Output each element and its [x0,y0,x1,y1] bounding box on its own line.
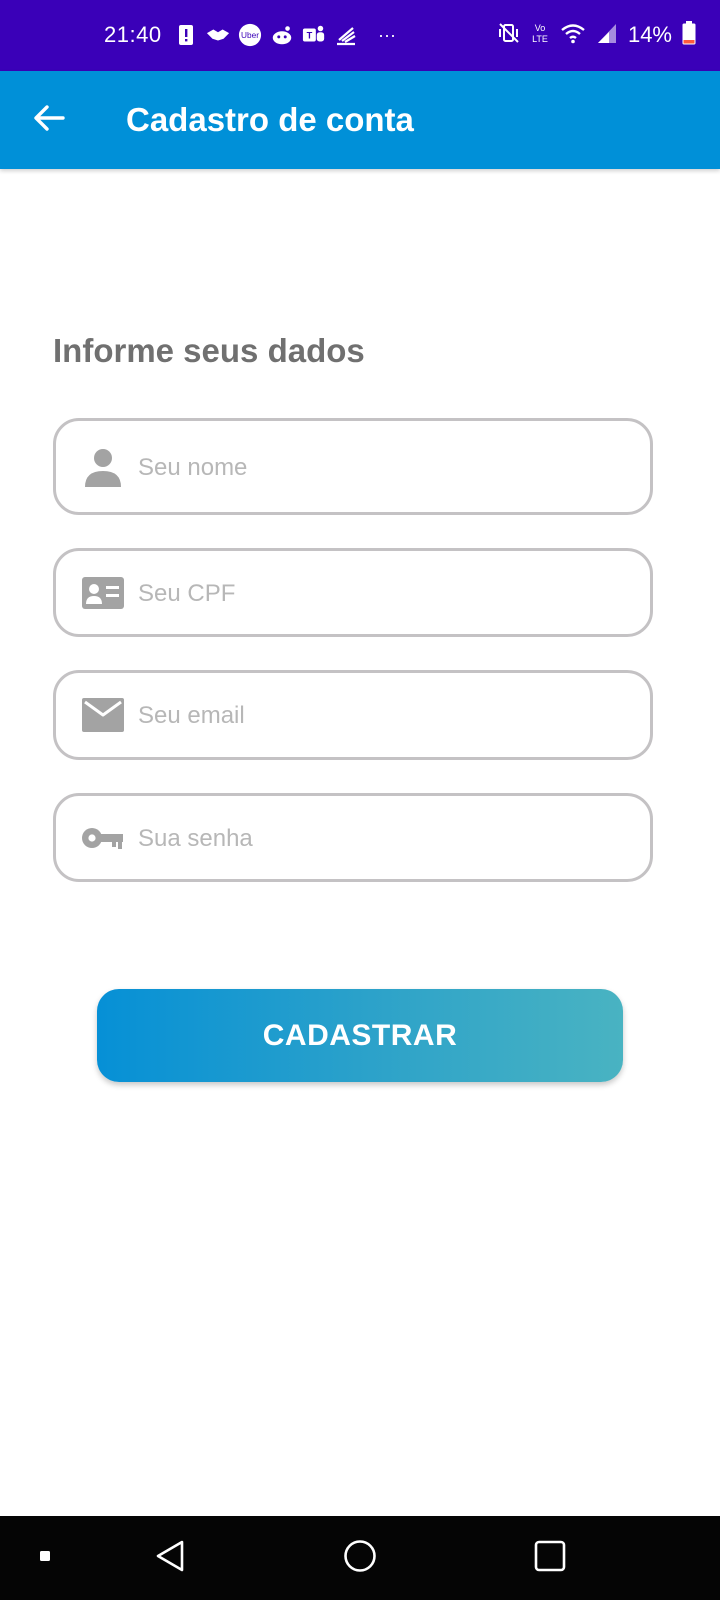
home-circle-icon [343,1539,377,1578]
wifi-icon [560,22,586,49]
password-input[interactable] [136,796,630,881]
mute-vibrate-icon [498,22,520,49]
key-icon [82,817,124,859]
navigation-bar [0,1516,720,1600]
status-time: 21:40 [104,22,162,47]
notification-icons: Uber T ··· [174,20,396,50]
mail-icon [82,694,124,736]
more-notifications: ··· [378,24,396,45]
nav-home-button[interactable] [330,1516,390,1600]
system-status: Vo LTE 14% [498,20,696,50]
nav-back-button[interactable] [140,1516,200,1600]
stack-icon [334,23,358,47]
battery-percent: 14% [627,22,672,47]
alert-icon [174,23,198,47]
register-button[interactable]: CADASTRAR [97,989,623,1082]
recent-dot-button[interactable] [30,1516,60,1600]
password-field[interactable] [53,793,653,882]
recent-dot-icon [39,1549,51,1567]
cpf-input[interactable] [136,551,630,636]
handshake-icon [206,23,230,47]
svg-text:LTE: LTE [532,34,548,44]
signal-icon [596,22,618,49]
name-input[interactable] [136,421,630,514]
arrow-back-icon [33,104,65,137]
uber-icon: Uber [238,23,262,47]
id-card-icon [82,572,124,614]
name-field[interactable] [53,418,653,515]
volte-icon: Vo LTE [530,22,550,49]
email-input[interactable] [136,673,630,759]
status-bar: 21:40 Uber T ··· Vo LTE 14% [0,0,720,71]
svg-text:T: T [307,31,313,41]
overview-square-icon [533,1539,567,1578]
form-heading: Informe seus dados [53,332,365,369]
nav-overview-button[interactable] [520,1516,580,1600]
cpf-field[interactable] [53,548,653,637]
teams-icon: T [302,23,326,47]
back-triangle-icon [154,1539,186,1578]
back-button[interactable] [28,99,70,141]
svg-text:Uber: Uber [241,30,259,40]
svg-text:Vo: Vo [535,23,546,33]
reddit-icon [270,23,294,47]
person-icon [82,446,124,488]
email-field[interactable] [53,670,653,760]
battery-icon [682,20,696,50]
page-title: Cadastro de conta [126,101,414,138]
app-bar: Cadastro de conta [0,71,720,169]
